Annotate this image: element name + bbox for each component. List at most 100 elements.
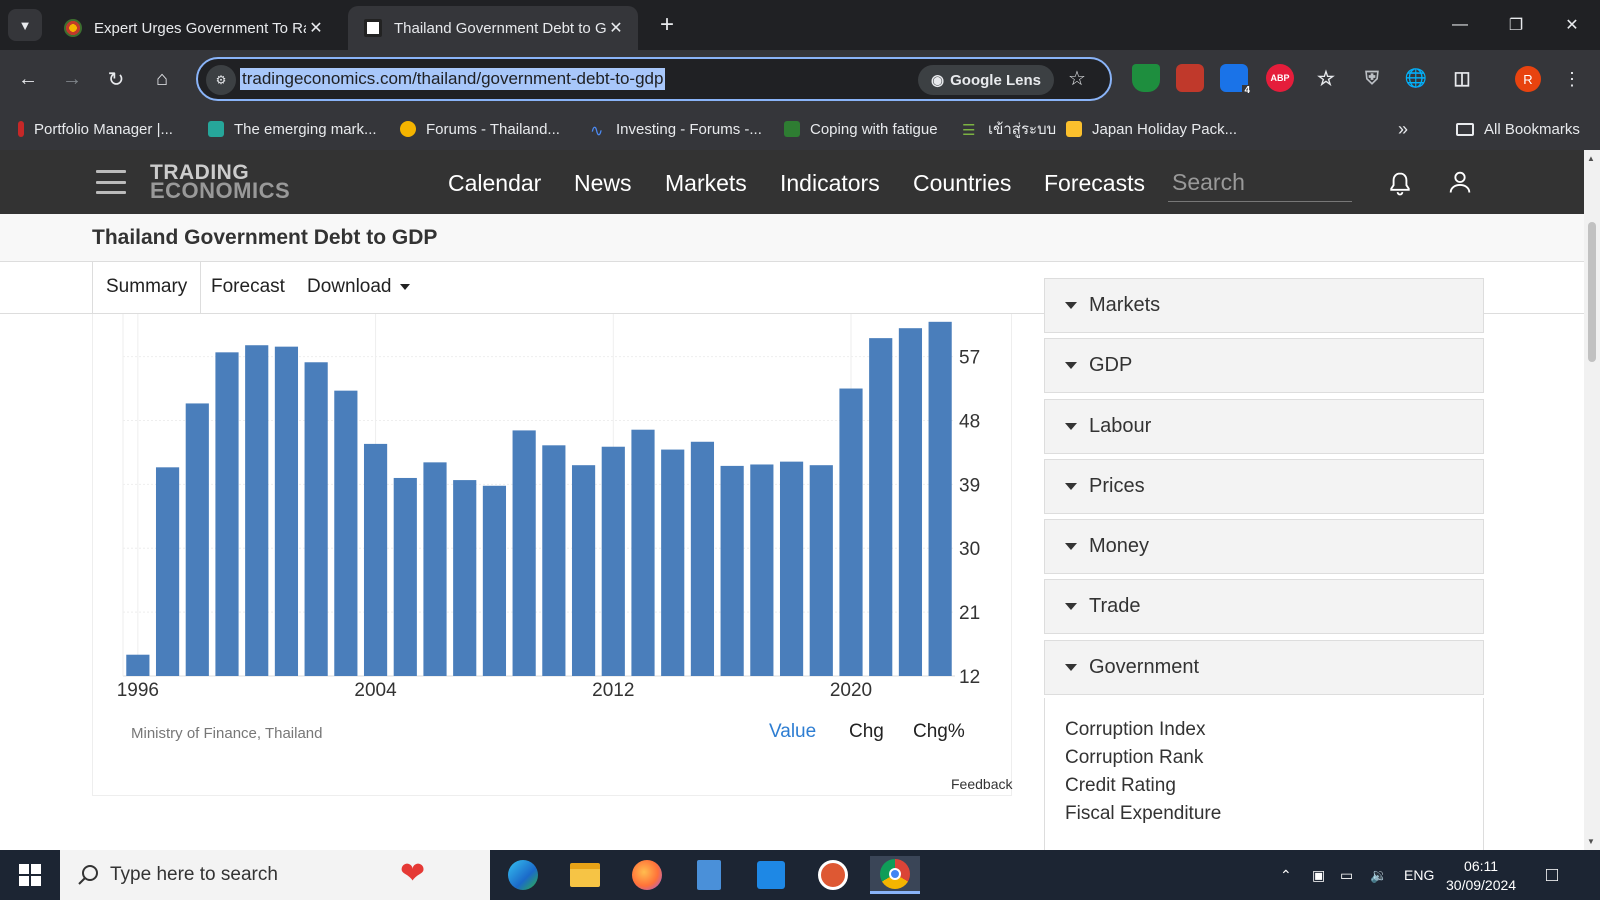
calculator-icon[interactable] — [684, 856, 734, 894]
nav-countries[interactable]: Countries — [913, 170, 1011, 197]
toggle-value[interactable]: Value — [769, 721, 816, 743]
volume-icon[interactable]: 🔉 — [1370, 850, 1387, 900]
bar-2005[interactable] — [393, 477, 417, 676]
firefox-icon[interactable] — [622, 856, 672, 894]
browser-tab-thailand-debt[interactable]: Thailand Government Debt to G ✕ — [348, 6, 638, 50]
bar-2011[interactable] — [571, 465, 596, 676]
all-bookmarks-button[interactable]: All Bookmarks — [1456, 116, 1580, 142]
new-tab-plus-icon[interactable]: + — [652, 10, 682, 40]
bar-1996[interactable] — [126, 654, 150, 676]
tab-summary[interactable]: Summary — [92, 262, 202, 315]
system-clock[interactable]: 06:11 30/09/2024 — [1446, 857, 1516, 895]
accordion-labour[interactable]: Labour — [1044, 399, 1484, 454]
browser-tab-expert-urges[interactable]: Expert Urges Government To Ra ✕ — [48, 6, 338, 50]
nav-markets[interactable]: Markets — [665, 170, 747, 197]
minimize-icon[interactable]: — — [1432, 0, 1488, 50]
privacy-badger-icon[interactable]: ⛨ — [1358, 64, 1386, 92]
toggle-chg-percent[interactable]: Chg% — [913, 721, 965, 743]
nav-indicators[interactable]: Indicators — [780, 170, 880, 197]
bar-2022[interactable] — [898, 328, 923, 676]
nav-forecasts[interactable]: Forecasts — [1044, 170, 1145, 197]
bar-1998[interactable] — [185, 403, 209, 676]
hamburger-menu-icon[interactable] — [96, 170, 126, 194]
bar-2014[interactable] — [661, 449, 685, 676]
shield-extension-icon[interactable] — [1132, 64, 1160, 92]
accordion-markets[interactable]: Markets — [1044, 278, 1484, 333]
bar-2008[interactable] — [482, 485, 507, 676]
extensions-puzzle-icon[interactable]: ◫ — [1448, 64, 1476, 92]
duckduckgo-icon[interactable] — [808, 856, 858, 894]
link-corruption-index[interactable]: Corruption Index — [1065, 719, 1205, 741]
translate-extension-icon[interactable]: 4 — [1220, 64, 1252, 96]
user-account-icon[interactable] — [1446, 168, 1474, 196]
tab-forecast[interactable]: Forecast — [198, 262, 298, 314]
home-icon[interactable]: ⌂ — [146, 63, 178, 95]
accordion-government[interactable]: Government — [1044, 640, 1484, 695]
bookmark-item[interactable]: Portfolio Manager |... — [18, 116, 173, 142]
browser-menu-icon[interactable]: ⋮ — [1556, 63, 1588, 95]
scroll-up-icon[interactable]: ▲ — [1587, 154, 1595, 163]
star-extension-icon[interactable]: ☆ — [1312, 64, 1340, 92]
bar-2007[interactable] — [453, 480, 477, 676]
back-arrow-icon[interactable]: ← — [12, 63, 44, 95]
window-close-icon[interactable]: ✕ — [1544, 0, 1600, 50]
bookmark-item[interactable]: ∿ Investing - Forums -... — [590, 116, 762, 142]
chrome-icon[interactable] — [870, 856, 920, 894]
notifications-icon[interactable]: □ — [1546, 850, 1558, 900]
meet-now-icon[interactable]: ▣ — [1312, 850, 1325, 900]
url-text[interactable]: tradingeconomics.com/thailand/government… — [240, 68, 666, 90]
tab-close-icon[interactable]: ✕ — [306, 18, 326, 38]
link-fiscal-expenditure[interactable]: Fiscal Expenditure — [1065, 803, 1221, 825]
bar-2023[interactable] — [928, 321, 952, 676]
site-search-input[interactable]: Search — [1168, 164, 1352, 202]
page-scrollbar[interactable]: ▲ ▼ — [1584, 150, 1600, 850]
bookmark-item[interactable]: Forums - Thailand... — [400, 116, 560, 142]
bar-2020[interactable] — [839, 388, 863, 676]
bookmark-item[interactable]: Japan Holiday Pack... — [1066, 116, 1237, 142]
nav-calendar[interactable]: Calendar — [448, 170, 541, 197]
show-hidden-icons-chevron-icon[interactable]: ⌃ — [1280, 850, 1292, 900]
nav-news[interactable]: News — [574, 170, 632, 197]
adblock-plus-icon[interactable]: ABP — [1266, 64, 1294, 92]
bookmark-item[interactable]: ☰ เข้าสู่ระบบ — [962, 116, 1056, 142]
site-info-icon[interactable]: ⚙ — [206, 65, 236, 95]
accordion-trade[interactable]: Trade — [1044, 579, 1484, 634]
bar-2012[interactable] — [601, 446, 625, 676]
link-corruption-rank[interactable]: Corruption Rank — [1065, 747, 1203, 769]
notification-bell-icon[interactable] — [1386, 170, 1414, 198]
scroll-thumb[interactable] — [1588, 222, 1596, 362]
bar-2003[interactable] — [334, 390, 358, 676]
bar-2017[interactable] — [750, 464, 774, 676]
scroll-down-icon[interactable]: ▼ — [1587, 837, 1595, 846]
bar-2009[interactable] — [512, 430, 536, 676]
address-bar[interactable]: ⚙ tradingeconomics.com/thailand/governme… — [196, 57, 1112, 101]
edge-browser-icon[interactable] — [498, 856, 548, 894]
debt-to-gdp-bar-chart[interactable]: 57 48 39 30 21 12 1996 2004 2012 2020 — [93, 314, 1013, 724]
reload-icon[interactable]: ↻ — [100, 63, 132, 95]
windows-start-icon[interactable] — [0, 850, 60, 900]
bar-2015[interactable] — [690, 441, 715, 676]
bookmark-star-icon[interactable]: ☆ — [1068, 66, 1086, 91]
bar-2018[interactable] — [779, 461, 804, 676]
tab-download[interactable]: Download — [294, 262, 423, 314]
bar-2010[interactable] — [542, 445, 566, 676]
bar-2000[interactable] — [245, 345, 269, 676]
accordion-money[interactable]: Money — [1044, 519, 1484, 574]
network-icon[interactable]: ▭ — [1340, 850, 1353, 900]
bookmark-item[interactable]: Coping with fatigue — [784, 116, 938, 142]
profile-avatar[interactable]: R — [1515, 66, 1541, 92]
bar-2016[interactable] — [720, 465, 744, 676]
taskbar-search-box[interactable]: Type here to search ❤ — [60, 850, 490, 900]
bookmark-item[interactable]: The emerging mark... — [208, 116, 377, 142]
google-lens-button[interactable]: ◉ Google Lens — [918, 65, 1054, 95]
bar-2013[interactable] — [631, 429, 655, 676]
tab-close-icon[interactable]: ✕ — [606, 18, 626, 38]
globe-icon[interactable]: 🌐 — [1402, 64, 1430, 92]
link-credit-rating[interactable]: Credit Rating — [1065, 775, 1176, 797]
accordion-prices[interactable]: Prices — [1044, 459, 1484, 514]
bar-2021[interactable] — [869, 338, 893, 676]
bar-2001[interactable] — [274, 346, 299, 676]
bar-1997[interactable] — [155, 467, 180, 676]
bar-1999[interactable] — [215, 352, 239, 676]
accordion-gdp[interactable]: GDP — [1044, 338, 1484, 393]
